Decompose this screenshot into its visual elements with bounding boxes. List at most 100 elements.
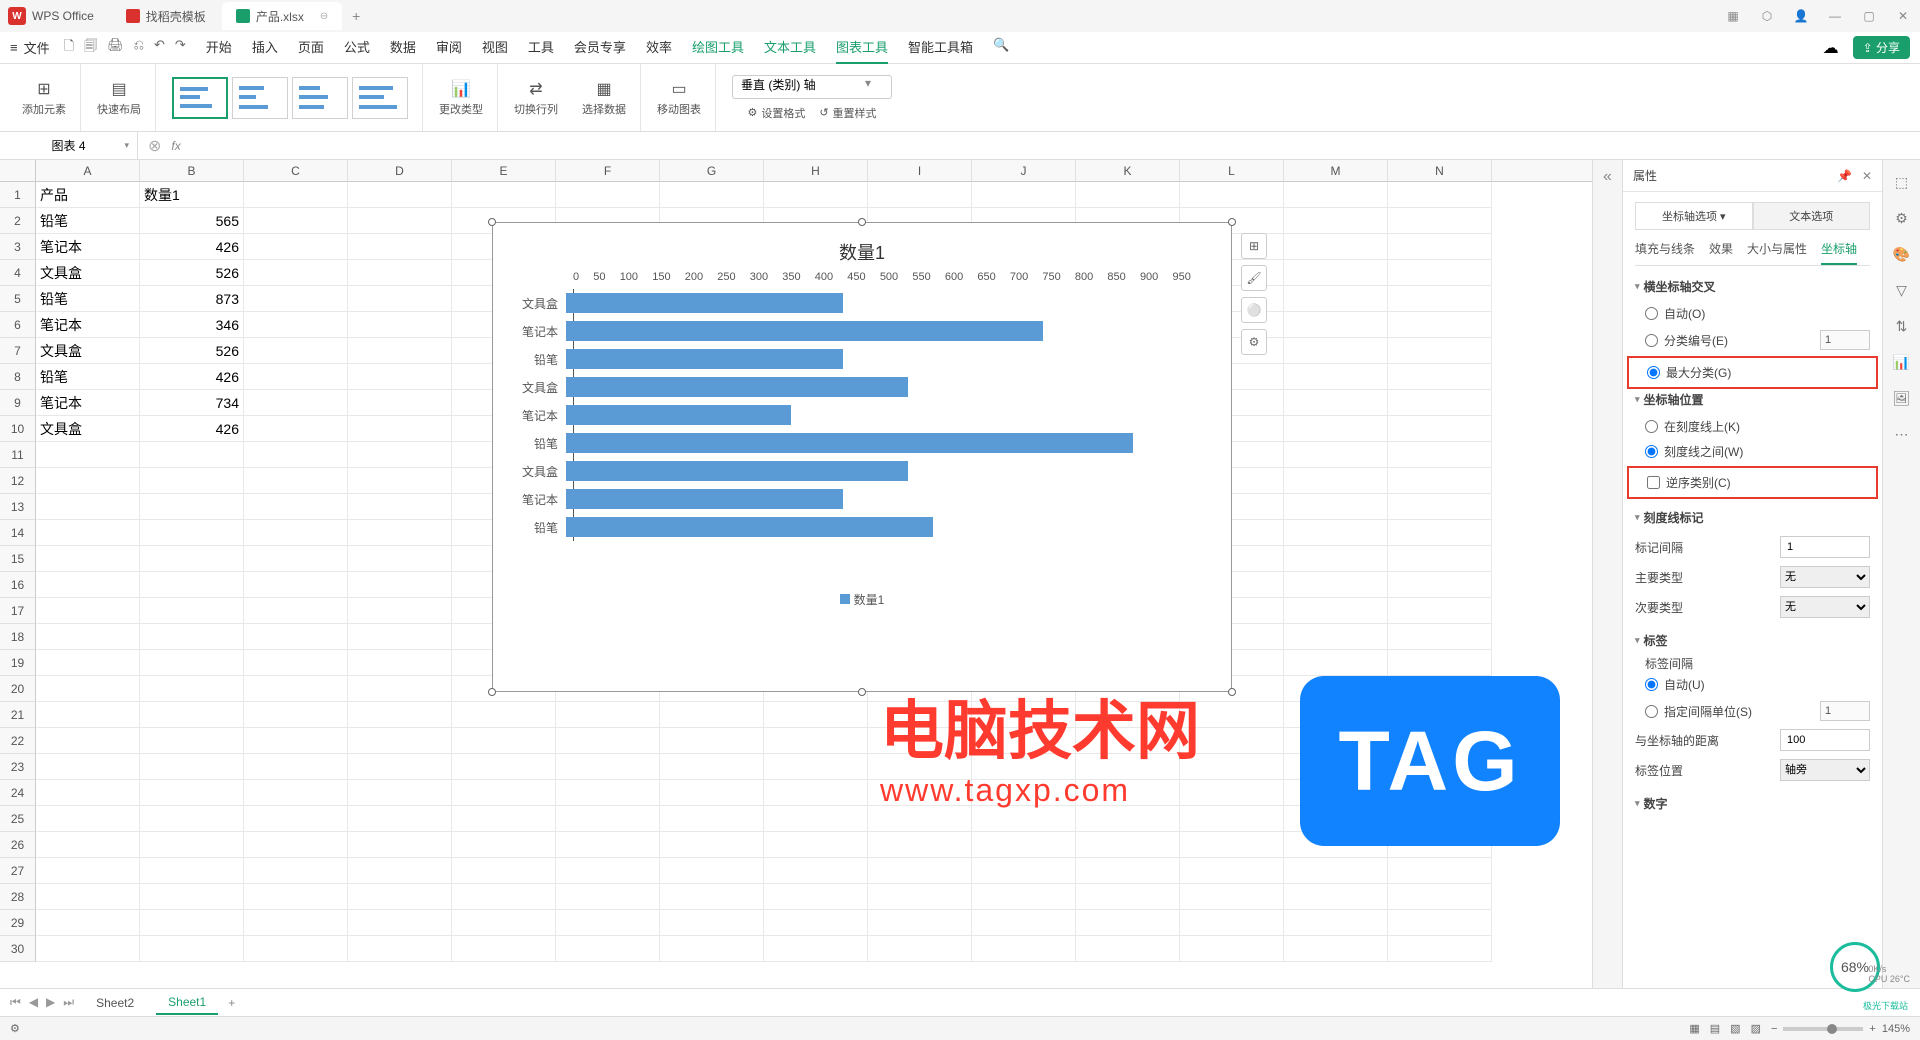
cell[interactable]: [1388, 364, 1492, 390]
cell[interactable]: [244, 416, 348, 442]
resize-handle[interactable]: [1228, 218, 1236, 226]
row-header[interactable]: 29: [0, 910, 36, 936]
cell[interactable]: [1388, 754, 1492, 780]
cell[interactable]: [348, 364, 452, 390]
cell[interactable]: [1284, 546, 1388, 572]
menu-formula[interactable]: 公式: [344, 31, 370, 64]
cell[interactable]: [1284, 780, 1388, 806]
cell[interactable]: [1388, 208, 1492, 234]
cell[interactable]: [1388, 624, 1492, 650]
row-header[interactable]: 30: [0, 936, 36, 962]
cell[interactable]: [1284, 624, 1388, 650]
search-icon[interactable]: 🔍: [993, 31, 1009, 64]
cell[interactable]: [244, 624, 348, 650]
subtab-size[interactable]: 大小与属性: [1747, 240, 1807, 265]
cell[interactable]: [1284, 936, 1388, 962]
cell[interactable]: [972, 182, 1076, 208]
cell[interactable]: [244, 520, 348, 546]
row-header[interactable]: 7: [0, 338, 36, 364]
menu-view[interactable]: 视图: [482, 31, 508, 64]
file-menu[interactable]: ≡ 文件: [10, 38, 50, 57]
add-sheet-button[interactable]: +: [228, 996, 235, 1010]
cell[interactable]: [660, 780, 764, 806]
cell[interactable]: [140, 650, 244, 676]
row-header[interactable]: 3: [0, 234, 36, 260]
category-number-input[interactable]: [1820, 330, 1870, 350]
cell[interactable]: [1388, 312, 1492, 338]
rail-sort-icon[interactable]: ⇅: [1892, 316, 1912, 336]
row-header[interactable]: 13: [0, 494, 36, 520]
ribbon-add-element[interactable]: ⊞ 添加元素: [14, 64, 81, 131]
cell[interactable]: [244, 286, 348, 312]
view-break-icon[interactable]: ▧: [1730, 1022, 1740, 1035]
zoom-level[interactable]: 145%: [1882, 1023, 1910, 1035]
bar-fill[interactable]: [566, 461, 908, 481]
cell[interactable]: [764, 884, 868, 910]
cell[interactable]: [36, 832, 140, 858]
set-format-button[interactable]: ⚙ 设置格式: [747, 105, 805, 121]
sheet-tab-sheet2[interactable]: Sheet2: [84, 992, 146, 1014]
column-header[interactable]: N: [1388, 160, 1492, 181]
cell[interactable]: [244, 754, 348, 780]
share-button[interactable]: ⇪ 分享: [1853, 36, 1910, 59]
chart-styles-button[interactable]: 🖌: [1241, 265, 1267, 291]
cell[interactable]: [868, 806, 972, 832]
cell[interactable]: [348, 312, 452, 338]
resize-handle[interactable]: [488, 218, 496, 226]
cell[interactable]: [452, 754, 556, 780]
cell[interactable]: [348, 650, 452, 676]
cell[interactable]: [452, 702, 556, 728]
cell[interactable]: [348, 572, 452, 598]
cell[interactable]: [1076, 910, 1180, 936]
cell[interactable]: [140, 780, 244, 806]
column-header[interactable]: E: [452, 160, 556, 181]
cell[interactable]: [452, 780, 556, 806]
hamburger-icon[interactable]: ≡: [10, 40, 18, 55]
cell[interactable]: [1388, 468, 1492, 494]
column-header[interactable]: C: [244, 160, 348, 181]
menu-efficiency[interactable]: 效率: [646, 31, 672, 64]
dist-input[interactable]: [1780, 729, 1870, 751]
bar-fill[interactable]: [566, 321, 1043, 341]
cell[interactable]: [140, 494, 244, 520]
tab-document[interactable]: 产品.xlsx ⊖: [222, 2, 342, 30]
cell[interactable]: [1388, 676, 1492, 702]
subtab-axis[interactable]: 坐标轴: [1821, 240, 1857, 265]
bar-fill[interactable]: [566, 489, 843, 509]
cell[interactable]: [452, 728, 556, 754]
cell[interactable]: [348, 754, 452, 780]
cell[interactable]: 526: [140, 338, 244, 364]
cell[interactable]: [244, 858, 348, 884]
panel-collapse-button[interactable]: «: [1592, 160, 1622, 988]
ribbon-change-type[interactable]: 📊 更改类型: [431, 64, 498, 131]
grid-icon[interactable]: ▦: [1724, 7, 1742, 25]
column-header[interactable]: A: [36, 160, 140, 181]
cell[interactable]: [1284, 884, 1388, 910]
row-header[interactable]: 21: [0, 702, 36, 728]
cell[interactable]: [244, 364, 348, 390]
column-header[interactable]: G: [660, 160, 764, 181]
column-header[interactable]: B: [140, 160, 244, 181]
cell[interactable]: [660, 910, 764, 936]
cell[interactable]: [348, 780, 452, 806]
cell[interactable]: [660, 884, 764, 910]
cell[interactable]: 文具盒: [36, 338, 140, 364]
cell[interactable]: [1388, 416, 1492, 442]
bar-fill[interactable]: [566, 293, 843, 313]
mark-interval-input[interactable]: [1780, 536, 1870, 558]
cell[interactable]: [348, 494, 452, 520]
cell[interactable]: [36, 624, 140, 650]
rail-more-icon[interactable]: ⋯: [1892, 424, 1912, 444]
cell[interactable]: [140, 572, 244, 598]
fx-label[interactable]: fx: [171, 139, 180, 153]
cell[interactable]: [1076, 884, 1180, 910]
cell[interactable]: [348, 208, 452, 234]
cell[interactable]: [1284, 416, 1388, 442]
cell[interactable]: [1284, 338, 1388, 364]
cell[interactable]: [1388, 858, 1492, 884]
cell[interactable]: [556, 780, 660, 806]
rail-settings-icon[interactable]: ⚙: [1892, 208, 1912, 228]
cell[interactable]: [556, 728, 660, 754]
cell[interactable]: [764, 702, 868, 728]
radio-between-tick[interactable]: 刻度线之间(W): [1635, 439, 1870, 464]
